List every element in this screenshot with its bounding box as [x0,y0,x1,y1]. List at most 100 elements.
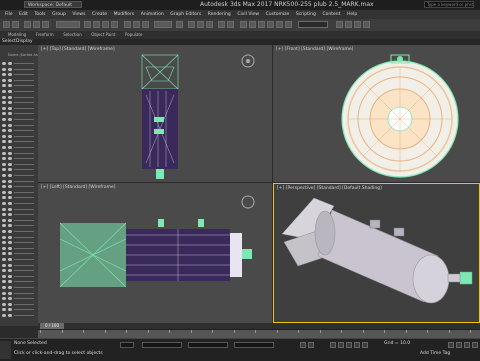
eye-icon[interactable] [2,162,6,166]
list-item[interactable] [2,145,36,150]
menu-animation[interactable]: Animation [141,10,164,19]
ribbon-tab-selection[interactable]: Selection [63,31,81,39]
list-item[interactable] [2,240,36,245]
eye-icon[interactable] [2,73,6,77]
freeze-icon[interactable] [8,162,12,166]
menu-create[interactable]: Create [92,10,107,19]
menu-customize[interactable]: Customize [266,10,290,19]
percent-snap-icon[interactable] [206,21,213,28]
eye-icon[interactable] [2,168,6,172]
bind-icon[interactable] [42,21,49,28]
list-item[interactable] [2,139,36,144]
auto-key-button[interactable] [300,342,306,348]
eye-icon[interactable] [2,118,6,121]
list-item[interactable] [2,223,36,228]
list-item[interactable] [2,83,36,88]
list-item[interactable] [2,134,36,139]
eye-icon[interactable] [2,314,6,317]
menu-help[interactable]: Help [347,10,357,19]
pivot-icon[interactable] [176,21,183,28]
freeze-icon[interactable] [8,213,12,217]
freeze-icon[interactable] [8,123,12,127]
viewport-front[interactable]: [+] [Front] [Standard] [Wireframe] [273,45,480,182]
list-item[interactable] [2,274,36,279]
menu-scripting[interactable]: Scripting [296,10,316,19]
list-item[interactable] [2,61,36,66]
maximize-viewport-icon[interactable] [472,342,478,348]
layer-icon[interactable] [240,21,247,28]
menu-views[interactable]: Views [72,10,85,19]
list-item[interactable] [2,218,36,223]
list-item[interactable] [2,296,36,301]
eye-icon[interactable] [2,101,6,105]
eye-icon[interactable] [2,123,6,127]
render-setup-icon[interactable] [276,21,283,28]
freeze-icon[interactable] [8,151,12,155]
list-item[interactable] [2,190,36,195]
eye-icon[interactable] [2,62,6,65]
freeze-icon[interactable] [8,252,12,256]
eye-icon[interactable] [2,90,6,93]
freeze-icon[interactable] [8,241,12,245]
list-item[interactable] [2,156,36,161]
freeze-icon[interactable] [8,302,12,306]
list-item[interactable] [2,123,36,128]
list-item[interactable] [2,67,36,72]
list-item[interactable] [2,111,36,116]
viewport-left[interactable]: [+] [Left] [Standard] [Wireframe] [38,183,272,323]
eye-icon[interactable] [2,106,6,110]
list-item[interactable] [2,100,36,105]
eye-icon[interactable] [2,252,6,256]
previous-frame-icon[interactable] [338,342,344,348]
eye-icon[interactable] [2,302,6,306]
next-frame-icon[interactable] [354,342,360,348]
align-icon[interactable] [227,21,234,28]
named-selection-field[interactable] [298,21,328,28]
list-item[interactable] [2,72,36,77]
move-icon[interactable] [124,21,131,28]
angle-snap-icon[interactable] [197,21,204,28]
search-input[interactable]: Type a keyword or phrase [424,1,474,8]
eye-icon[interactable] [2,185,6,189]
eye-icon[interactable] [2,179,6,183]
list-item[interactable] [2,302,36,307]
list-item[interactable] [2,151,36,156]
eye-icon[interactable] [2,157,6,161]
freeze-icon[interactable] [8,146,12,149]
freeze-icon[interactable] [8,174,12,177]
tool-icon[interactable] [354,21,361,28]
freeze-icon[interactable] [8,112,12,116]
selection-filter-dropdown[interactable] [56,21,80,28]
eye-icon[interactable] [2,269,6,273]
list-item[interactable] [2,201,36,206]
freeze-icon[interactable] [8,106,12,110]
eye-icon[interactable] [2,241,6,245]
list-item[interactable] [2,279,36,284]
list-item[interactable] [2,167,36,172]
freeze-icon[interactable] [8,179,12,183]
eye-icon[interactable] [2,258,6,261]
freeze-icon[interactable] [8,314,12,317]
eye-icon[interactable] [2,146,6,149]
ribbon-tab-object-paint[interactable]: Object Paint [91,31,115,39]
rotate-icon[interactable] [133,21,140,28]
list-item[interactable] [2,307,36,312]
freeze-icon[interactable] [8,207,12,211]
go-to-end-icon[interactable] [362,342,368,348]
list-item[interactable] [2,184,36,189]
eye-icon[interactable] [2,235,6,239]
eye-icon[interactable] [2,151,6,155]
menu-rendering[interactable]: Rendering [208,10,231,19]
list-item[interactable] [2,179,36,184]
eye-icon[interactable] [2,274,6,278]
eye-icon[interactable] [2,112,6,116]
eye-icon[interactable] [2,297,6,301]
list-item[interactable] [2,251,36,256]
list-item[interactable] [2,229,36,234]
freeze-icon[interactable] [8,196,12,200]
material-editor-icon[interactable] [267,21,274,28]
eye-icon[interactable] [2,280,6,284]
freeze-icon[interactable] [8,84,12,88]
play-icon[interactable] [346,342,352,348]
freeze-icon[interactable] [8,140,12,144]
